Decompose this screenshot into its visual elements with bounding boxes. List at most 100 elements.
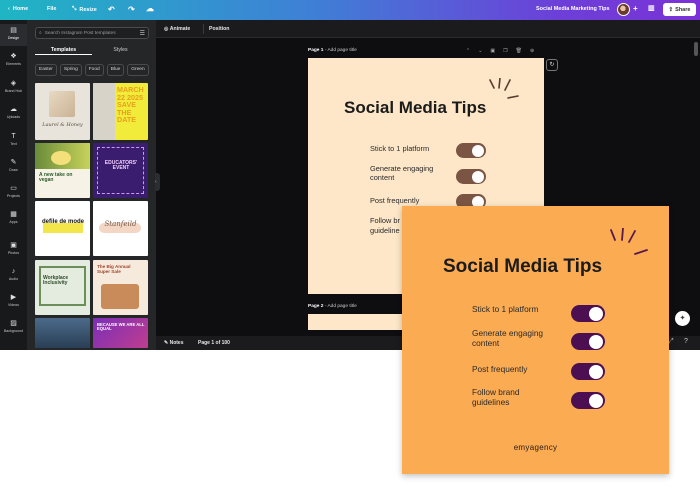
vertical-scrollbar[interactable] xyxy=(694,42,698,56)
resize-icon: ⤡ xyxy=(72,6,77,12)
template-thumbnail[interactable]: EDUCATORS' EVENT xyxy=(93,143,148,198)
page-1-label[interactable]: Page 1 - Add page title xyxy=(308,48,357,53)
preview-tip-label: Post frequently xyxy=(472,364,528,374)
chevron-down-icon[interactable]: ⌄ xyxy=(478,48,482,54)
share-label: Share xyxy=(675,6,691,13)
resize-label: Resize xyxy=(79,6,97,13)
chevron-up-icon[interactable]: ⌃ xyxy=(466,48,470,54)
page-2-label[interactable]: Page 2 - Add page title xyxy=(308,304,357,309)
home-button[interactable]: ‹ Home xyxy=(8,6,28,12)
add-page-icon[interactable]: ⊕ xyxy=(530,48,534,54)
design-preview-card: Social Media Tips Stick to 1 platform Ge… xyxy=(402,206,669,474)
rail-item-elements[interactable]: ❖ Elements xyxy=(0,50,27,72)
template-thumbnail[interactable]: Stanfeild xyxy=(93,201,148,256)
add-collaborator-icon[interactable]: + xyxy=(633,4,638,13)
template-search[interactable]: ⌕ Search Instagram Post templates ☰ xyxy=(35,27,149,39)
rail-item-label: Projects xyxy=(7,194,20,198)
rail-item-uploads[interactable]: ☁ Uploads xyxy=(0,103,27,125)
chip-green[interactable]: Green xyxy=(127,64,149,76)
thumbnail-text: EDUCATORS' EVENT xyxy=(104,160,138,172)
draw-icon: ✎ xyxy=(10,159,17,166)
animate-button[interactable]: ◎ Animate xyxy=(164,26,190,32)
category-chips: Easter Spring Food Blue Green xyxy=(35,64,149,76)
rail-item-draw[interactable]: ✎ Draw xyxy=(0,156,27,178)
position-button[interactable]: Position xyxy=(209,26,229,32)
toggle-switch[interactable] xyxy=(571,333,605,350)
notes-button[interactable]: ✎ Notes xyxy=(164,340,184,346)
upload-cloud-icon: ☁ xyxy=(10,106,17,113)
tip-label-fragment: guideline xyxy=(370,226,400,235)
template-thumbnail[interactable]: The Big Annual Super Sale xyxy=(93,260,148,315)
brand-name: emyagency xyxy=(513,443,558,452)
videos-icon: ▶ xyxy=(10,294,17,301)
rail-item-apps[interactable]: ▦ Apps xyxy=(0,208,27,230)
template-thumbnail[interactable]: Workplace Inclusivity xyxy=(35,260,90,315)
rail-item-design[interactable]: ▤ Design xyxy=(0,24,27,46)
document-title[interactable]: Social Media Marketing Tips xyxy=(536,6,610,12)
tab-styles[interactable]: Styles xyxy=(92,45,149,55)
template-thumbnail[interactable]: A new take on vegan xyxy=(35,143,90,198)
chip-spring[interactable]: Spring xyxy=(59,64,82,76)
filter-icon[interactable]: ☰ xyxy=(140,30,145,37)
regenerate-icon[interactable]: ↻ xyxy=(546,59,558,71)
lock-icon[interactable]: ▣ xyxy=(490,48,495,54)
template-thumbnail[interactable]: defile de mode xyxy=(35,201,90,256)
top-toolbar: ‹ Home File ⤡ Resize ↶ ↷ ☁ Social Media … xyxy=(0,0,700,20)
duplicate-page-icon[interactable]: ❐ xyxy=(503,48,507,54)
thumbnail-text: Laurel & Honey xyxy=(42,122,83,128)
tip-label: Stick to 1 platform xyxy=(370,144,430,153)
text-icon: T xyxy=(11,133,16,140)
rail-item-label: Elements xyxy=(6,62,21,66)
apps-icon: ▦ xyxy=(10,211,17,218)
toggle-switch[interactable] xyxy=(571,392,605,409)
background-icon: ▨ xyxy=(10,320,17,327)
chip-food[interactable]: Food xyxy=(84,64,104,76)
rail-item-text[interactable]: T Text xyxy=(0,130,27,152)
magic-assistant-icon[interactable]: ✦ xyxy=(675,311,690,326)
collapse-panel-handle[interactable]: ‹ xyxy=(155,173,160,191)
rail-item-label: Uploads xyxy=(6,115,21,119)
tip-label: Generate engaging content xyxy=(370,164,434,183)
template-thumbnail[interactable]: MARCH 22 2025 SAVE THE DATE xyxy=(93,83,148,140)
rail-item-photos[interactable]: ▣ Photos xyxy=(0,239,27,261)
home-label: Home xyxy=(12,6,29,12)
thumbnail-text: MARCH 22 2025 SAVE THE DATE xyxy=(117,85,144,125)
cloud-save-icon[interactable]: ☁ xyxy=(146,4,154,13)
page-2-number: Page 2 xyxy=(308,304,324,309)
delete-page-icon[interactable]: 🗑 xyxy=(516,48,522,54)
template-thumbnail[interactable] xyxy=(35,318,90,348)
undo-icon[interactable]: ↶ xyxy=(108,5,115,14)
file-menu[interactable]: File xyxy=(47,6,56,12)
redo-icon[interactable]: ↷ xyxy=(128,5,135,14)
thumbnail-text: A new take on vegan xyxy=(39,172,73,184)
rail-item-videos[interactable]: ▶ Videos xyxy=(0,291,27,313)
resize-button[interactable]: ⤡ Resize xyxy=(72,6,97,13)
thumbnail-text: Stanfeild xyxy=(104,220,137,228)
toggle-switch[interactable] xyxy=(571,363,605,380)
tab-templates[interactable]: Templates xyxy=(35,45,92,55)
rail-item-brand-hub[interactable]: ◈ Brand Hub xyxy=(0,77,27,99)
divider xyxy=(203,24,204,34)
thumbnail-text: defile de mode xyxy=(41,219,84,225)
tip-label-fragment: Follow br xyxy=(370,216,400,225)
search-input[interactable]: Search Instagram Post templates xyxy=(45,31,116,36)
share-button[interactable]: ⇪ Share xyxy=(663,3,696,16)
rail-item-projects[interactable]: ▭ Projects xyxy=(0,182,27,204)
rail-item-background[interactable]: ▨ Background xyxy=(0,317,27,339)
rail-item-label: Photos xyxy=(7,251,20,255)
toggle-switch[interactable] xyxy=(571,305,605,322)
help-icon[interactable]: ? xyxy=(684,338,688,345)
toggle-switch[interactable] xyxy=(456,143,486,158)
chevron-left-icon: ‹ xyxy=(8,6,10,12)
chip-blue[interactable]: Blue xyxy=(106,64,125,76)
rail-item-audio[interactable]: ♪ Audio xyxy=(0,265,27,287)
template-thumbnail[interactable]: BECAUSE WE ARE ALL EQUAL xyxy=(93,318,148,348)
avatar[interactable] xyxy=(617,3,630,16)
design-icon: ▤ xyxy=(10,27,17,34)
toggle-switch[interactable] xyxy=(456,169,486,184)
chip-easter[interactable]: Easter xyxy=(35,64,57,76)
template-thumbnail[interactable]: Laurel & Honey xyxy=(35,83,90,140)
page-counter[interactable]: Page 1 of 100 xyxy=(198,340,230,346)
folder-icon: ▭ xyxy=(10,185,17,192)
analytics-icon[interactable]: ▥ xyxy=(648,4,655,12)
